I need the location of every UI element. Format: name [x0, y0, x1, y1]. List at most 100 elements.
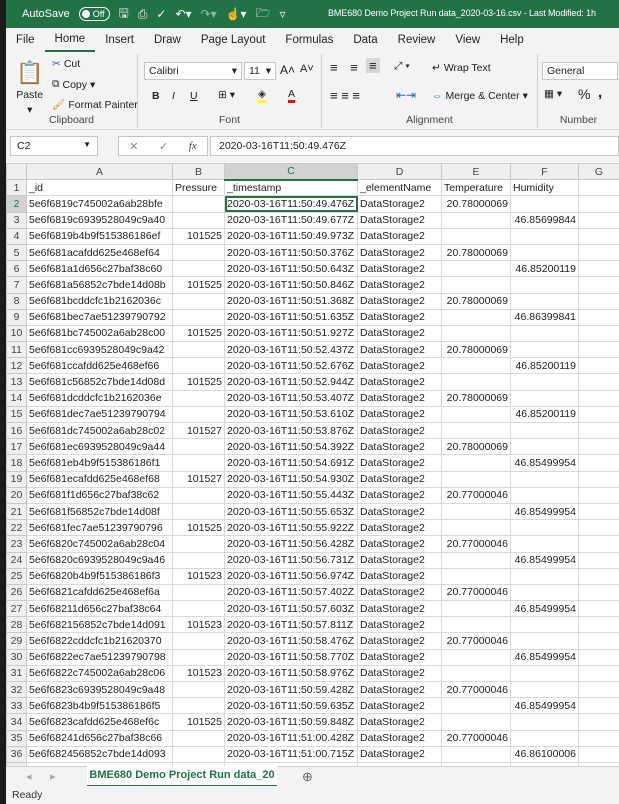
cell-d36[interactable]: DataStorage2: [357, 745, 442, 763]
cell-f15[interactable]: 46.85200119: [510, 405, 579, 424]
cell-a15[interactable]: 5e6f681dec7ae51239790794: [26, 405, 173, 424]
cell-c30[interactable]: 2020-03-16T11:50:58.770Z: [224, 648, 358, 666]
cell-f26[interactable]: [510, 583, 579, 602]
cell-a27[interactable]: 5e6f68211d656c27baf38c64: [26, 600, 173, 618]
cell-d3[interactable]: DataStorage2: [357, 211, 442, 229]
cell-a12[interactable]: 5e6f681ccafdd625e468ef66: [26, 357, 173, 375]
cell-d19[interactable]: DataStorage2: [357, 470, 442, 488]
cell-a33[interactable]: 5e6f6823b4b9f515386186f5: [26, 697, 173, 715]
cell-a23[interactable]: 5e6f6820c745002a6ab28c04: [26, 535, 173, 553]
cell-g31[interactable]: [578, 664, 619, 683]
cell-e5[interactable]: 20.78000069: [441, 243, 511, 262]
align-top-icon[interactable]: ≡: [330, 60, 338, 75]
cell-f5[interactable]: [510, 243, 579, 262]
cell-g34[interactable]: [578, 713, 619, 731]
copy-button[interactable]: ⧉ Copy ▾: [52, 78, 95, 91]
cell-d17[interactable]: DataStorage2: [357, 438, 442, 456]
cell-d34[interactable]: DataStorage2: [357, 713, 442, 731]
cell-d15[interactable]: DataStorage2: [357, 405, 442, 424]
cell-e34[interactable]: [441, 713, 511, 731]
cell-f2[interactable]: [510, 195, 579, 213]
cell-a2[interactable]: 5e6f6819c745002a6ab28bfe: [26, 195, 173, 213]
cell-d22[interactable]: DataStorage2: [357, 519, 442, 537]
cell-e4[interactable]: [441, 227, 511, 245]
cell-e31[interactable]: [441, 664, 511, 683]
row-header[interactable]: 14: [6, 389, 27, 407]
select-all-corner[interactable]: [6, 163, 27, 181]
row-header[interactable]: 36: [6, 745, 27, 763]
cell-g14[interactable]: [578, 389, 619, 407]
cell-d5[interactable]: DataStorage2: [357, 243, 442, 262]
cell-a36[interactable]: 5e6f682456852c7bde14d093: [26, 745, 173, 763]
cell-f16[interactable]: [510, 421, 579, 440]
cancel-icon[interactable]: ✕: [129, 140, 138, 153]
spreadsheet-grid[interactable]: ABCDEFG 1 _id Pressure _timestamp _elementNa…: [6, 163, 619, 767]
cell-g8[interactable]: [578, 292, 619, 310]
cell-b13[interactable]: 101525: [172, 373, 225, 391]
cell-c13[interactable]: 2020-03-16T11:50:52.944Z: [224, 373, 358, 391]
column-header-c[interactable]: C: [224, 163, 358, 181]
row-header[interactable]: 35: [6, 729, 27, 747]
font-size-select[interactable]: 11 ▾: [244, 62, 276, 80]
row-header[interactable]: 16: [6, 421, 27, 440]
row-header[interactable]: 24: [6, 551, 27, 569]
cell-a3[interactable]: 5e6f6819c6939528049c9a40: [26, 211, 173, 229]
cell-g10[interactable]: [578, 324, 619, 343]
spelling-icon[interactable]: ✓: [156, 7, 166, 21]
cell-d29[interactable]: DataStorage2: [357, 632, 442, 650]
format-painter-button[interactable]: 🖌 Format Painter: [52, 98, 138, 112]
decrease-font-icon[interactable]: A˅: [300, 63, 314, 75]
cell-a34[interactable]: 5e6f6823cafdd625e468ef6c: [26, 713, 173, 731]
cell-d10[interactable]: DataStorage2: [357, 324, 442, 343]
cell-a11[interactable]: 5e6f681cc6939528049c9a42: [26, 341, 173, 359]
number-format-select[interactable]: General: [542, 62, 618, 80]
cell-a25[interactable]: 5e6f6820b4b9f515386186f3: [26, 567, 173, 585]
cell-a35[interactable]: 5e6f68241d656c27baf38c66: [26, 729, 173, 747]
save-icon[interactable]: 🖫: [119, 4, 129, 25]
cell-c23[interactable]: 2020-03-16T11:50:56.428Z: [224, 535, 358, 553]
cell-a16[interactable]: 5e6f681dc745002a6ab28c02: [26, 421, 173, 440]
sheet-tab[interactable]: BME680 Demo Project Run data_20: [87, 766, 277, 787]
cell-e20[interactable]: 20.77000046: [441, 486, 511, 504]
cell-c7[interactable]: 2020-03-16T11:50:50.846Z: [224, 276, 358, 294]
cell-e21[interactable]: [441, 502, 511, 521]
cell-g15[interactable]: [578, 405, 619, 424]
cell-d6[interactable]: DataStorage2: [357, 260, 442, 278]
cell-b7[interactable]: 101525: [172, 276, 225, 294]
cell-d9[interactable]: DataStorage2: [357, 308, 442, 326]
cell-f30[interactable]: 46.85499954: [510, 648, 579, 666]
column-header-d[interactable]: D: [357, 163, 442, 181]
merge-center-button[interactable]: ⇔ Merge & Center ▾: [432, 90, 528, 102]
cell-c29[interactable]: 2020-03-16T11:50:58.476Z: [224, 632, 358, 650]
percent-button[interactable]: %: [578, 86, 590, 102]
name-box[interactable]: C2 ▼: [10, 136, 98, 156]
cell-e14[interactable]: 20.78000069: [441, 389, 511, 407]
cell-a20[interactable]: 5e6f681f1d656c27baf38c62: [26, 486, 173, 504]
cell-b29[interactable]: [172, 632, 225, 650]
cell-a29[interactable]: 5e6f6822cddcfc1b21620370: [26, 632, 173, 650]
align-middle-icon[interactable]: ≡: [350, 60, 358, 75]
cell-f28[interactable]: [510, 616, 579, 634]
cell-b14[interactable]: [172, 389, 225, 407]
cell-b23[interactable]: [172, 535, 225, 553]
underline-button[interactable]: U: [190, 90, 198, 102]
cell-d31[interactable]: DataStorage2: [357, 664, 442, 683]
cell-a10[interactable]: 5e6f681bc745002a6ab28c00: [26, 324, 173, 343]
row-header[interactable]: 3: [6, 211, 27, 229]
tab-insert[interactable]: Insert: [95, 28, 144, 52]
cell-f1[interactable]: Humidity: [510, 179, 579, 197]
cell-b32[interactable]: [172, 680, 225, 699]
row-header[interactable]: 10: [6, 324, 27, 343]
cell-e6[interactable]: [441, 260, 511, 278]
column-header-f[interactable]: F: [510, 163, 579, 181]
column-header-g[interactable]: G: [578, 163, 619, 181]
cell-c11[interactable]: 2020-03-16T11:50:52.437Z: [224, 341, 358, 359]
cell-e35[interactable]: 20.77000046: [441, 729, 511, 747]
cell-g35[interactable]: [578, 729, 619, 747]
cell-d20[interactable]: DataStorage2: [357, 486, 442, 504]
cell-b27[interactable]: [172, 600, 225, 618]
cell-f19[interactable]: [510, 470, 579, 488]
cell-f4[interactable]: [510, 227, 579, 245]
tab-home[interactable]: Home: [44, 28, 96, 52]
orientation-icon[interactable]: ⤢ ▾: [394, 60, 410, 73]
